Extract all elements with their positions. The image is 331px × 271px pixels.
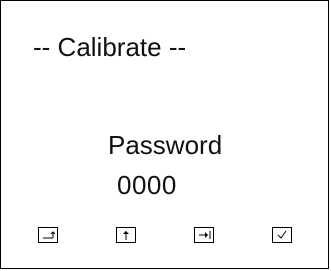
right-button[interactable] <box>194 227 214 243</box>
softkey-bar <box>1 227 330 251</box>
arrow-right-icon <box>199 231 211 239</box>
arrow-up-icon <box>123 231 129 240</box>
confirm-button[interactable] <box>272 227 292 243</box>
screen-title: -- Calibrate -- <box>33 32 187 62</box>
password-value: 0000 <box>117 170 177 200</box>
checkmark-icon <box>277 230 287 239</box>
calibrate-screen: -- Calibrate -- Password 0000 <box>0 0 329 269</box>
up-button[interactable] <box>116 227 136 243</box>
password-label: Password <box>108 130 223 160</box>
enter-button[interactable] <box>38 227 58 243</box>
enter-return-icon <box>43 231 56 239</box>
